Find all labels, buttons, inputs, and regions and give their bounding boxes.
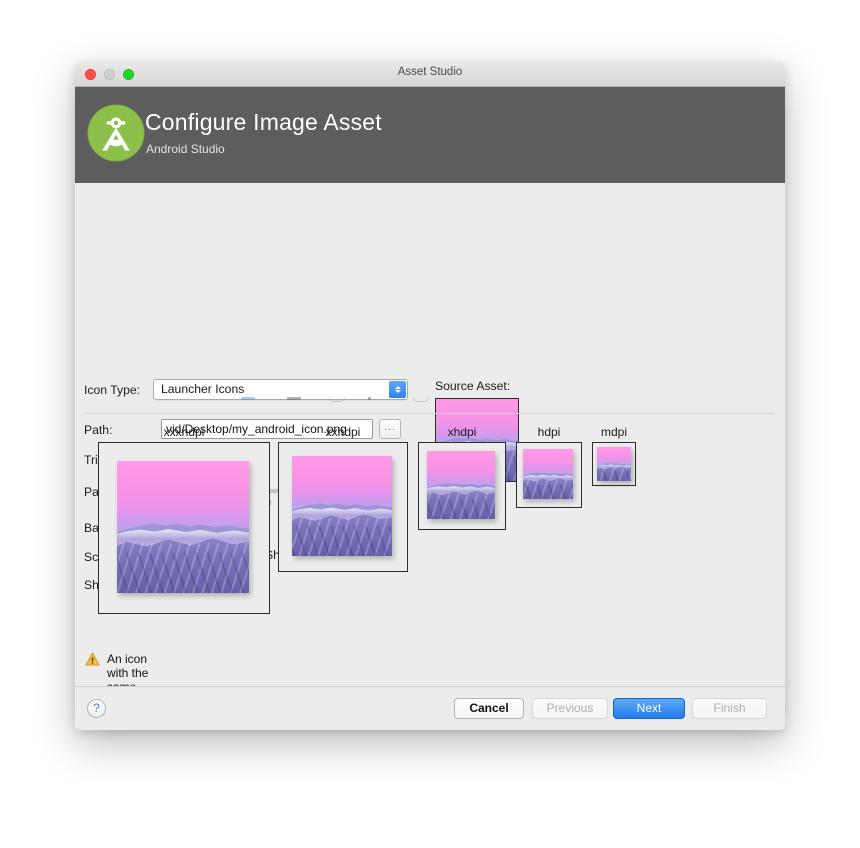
ghost-item-5 [413,397,429,402]
preview-frame [418,442,506,530]
window-title: Asset Studio [397,66,463,78]
ghost-item-3 [329,397,345,402]
preview-image [597,447,631,481]
preview-frame [516,442,582,508]
page-subtitle: Android Studio [146,142,225,156]
preview-frame [278,442,408,572]
source-asset-label: Source Asset: [435,379,511,393]
ghost-item-4 [368,397,371,400]
preview-label: mdpi [600,425,627,439]
finish-button[interactable]: Finish [692,698,767,719]
preview-label: xxxhdpi [163,425,205,439]
warning-triangle-icon [85,652,100,666]
dialog-header: Configure Image Asset Android Studio [75,87,785,183]
preview-frame [592,442,636,486]
next-button[interactable]: Next [613,698,685,719]
help-button[interactable]: ? [87,699,106,718]
preview-image [427,451,495,519]
ghost-item-1 [241,397,255,400]
ghost-item-2 [287,397,301,400]
preview-label: xxhdpi [325,425,361,439]
window-titlebar: Asset Studio [75,62,785,87]
preview-label: hdpi [537,425,561,439]
preview-image [292,456,392,556]
page-title: Configure Image Asset [145,109,382,135]
cancel-button[interactable]: Cancel [454,698,524,719]
dialog-footer: ? Cancel Previous Next Finish [75,686,785,730]
preview-label: xhdpi [447,425,477,439]
icon-type-label: Icon Type: [84,383,141,397]
preview-image [117,461,249,593]
previous-button[interactable]: Previous [532,698,608,719]
section-divider [85,413,775,414]
icon-type-value: Launcher Icons [161,382,245,396]
preview-frame [98,442,270,614]
preview-gallery: xxxhdpi xxhdpi xhdpi hdpi mdpi [75,425,785,635]
preview-image [523,449,573,499]
asset-studio-window: Asset Studio Configure Image Asset Andro… [75,62,785,730]
dialog-body: Icon Type: Launcher Icons Path: vid/Desk… [75,183,785,730]
android-studio-logo-icon [87,104,145,162]
